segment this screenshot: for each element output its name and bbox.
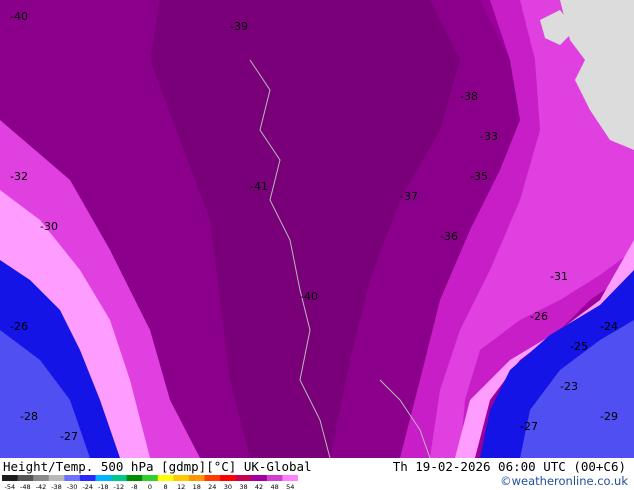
contour-label: -38: [460, 90, 478, 103]
color-scale-tick: 48: [270, 483, 278, 490]
color-scale-swatch: [204, 475, 221, 481]
contour-label: -40: [10, 10, 28, 23]
color-scale-swatch: [126, 475, 143, 481]
contour-label: -28: [20, 410, 38, 423]
contour-label: -39: [230, 20, 248, 33]
color-scale-swatch: [2, 475, 19, 481]
color-scale-swatch: [95, 475, 112, 481]
color-scale-swatch: [64, 475, 81, 481]
contour-label: -40: [300, 290, 318, 303]
color-scale-tick: -24: [82, 483, 93, 490]
color-scale-tick: -42: [36, 483, 47, 490]
temperature-field: -40 -39 -41 -40 -38 -37 -36 -35 -33 -31 -29 -27 -26 -…: [0, 0, 634, 459]
color-scale-tick: 24: [208, 483, 216, 490]
contour-label: -31: [550, 270, 568, 283]
color-scale-tick: 18: [193, 483, 201, 490]
valid-time: Th 19-02-2026 06:00 UTC (00+C6): [392, 459, 626, 474]
contour-label: -29: [600, 410, 618, 423]
contour-label: -36: [440, 230, 458, 243]
color-scale-tick: 0: [148, 483, 152, 490]
color-scale-swatch: [48, 475, 65, 481]
color-scale-swatch: [220, 475, 237, 481]
color-scale-swatch: [157, 475, 174, 481]
color-scale-tick: -48: [20, 483, 31, 490]
color-scale-swatch: [251, 475, 268, 481]
contour-label: -23: [560, 380, 578, 393]
contour-label: -30: [40, 220, 58, 233]
color-scale-swatch: [266, 475, 283, 481]
color-scale-tick: 38: [239, 483, 247, 490]
color-scale-swatch: [188, 475, 206, 481]
contour-label: -33: [480, 130, 498, 143]
contour-label: -37: [400, 190, 418, 203]
contour-label: -24: [600, 320, 618, 333]
contour-label: -41: [250, 180, 268, 193]
weather-map: -40 -39 -41 -40 -38 -37 -36 -35 -33 -31 -29 -27 -26 -…: [0, 0, 634, 459]
color-scale-swatch: [111, 475, 128, 481]
color-scale-swatch: [282, 475, 298, 481]
color-scale-tick: -12: [114, 483, 125, 490]
color-scale-swatch: [17, 475, 34, 481]
map-footer: Height/Temp. 500 hPa [gdmp][°C] UK-Globa…: [0, 458, 634, 490]
contour-label: -26: [530, 310, 548, 323]
color-scale-swatch: [235, 475, 252, 481]
color-scale-tick: 8: [164, 483, 168, 490]
color-scale-tick: -18: [98, 483, 109, 490]
color-scale-tick: -8: [131, 483, 137, 490]
color-scale: -54 -48 -42 -38 -30 -24 -18 -12 -8 0 8 12 18 24 30 38 42…: [2, 475, 298, 490]
color-scale-swatch: [33, 475, 50, 481]
contour-label: -27: [60, 430, 78, 443]
color-scale-tick: 12: [177, 483, 185, 490]
map-title: Height/Temp. 500 hPa [gdmp][°C] UK-Globa…: [3, 459, 312, 474]
color-scale-tick: -38: [51, 483, 62, 490]
contour-label: -27: [520, 420, 538, 433]
credit-link[interactable]: ©weatheronline.co.uk: [500, 474, 628, 488]
color-scale-swatch: [173, 475, 190, 481]
color-scale-tick: -30: [67, 483, 78, 490]
contour-label: -25: [570, 340, 588, 353]
contour-label: -35: [470, 170, 488, 183]
contour-label: -26: [10, 320, 28, 333]
color-scale-tick: 30: [224, 483, 232, 490]
color-scale-tick: 42: [255, 483, 263, 490]
color-scale-tick: 54: [286, 483, 294, 490]
color-scale-tick: -54: [4, 483, 15, 490]
contour-label: -32: [10, 170, 28, 183]
color-scale-swatch: [79, 475, 96, 481]
color-scale-swatch: [142, 475, 159, 481]
